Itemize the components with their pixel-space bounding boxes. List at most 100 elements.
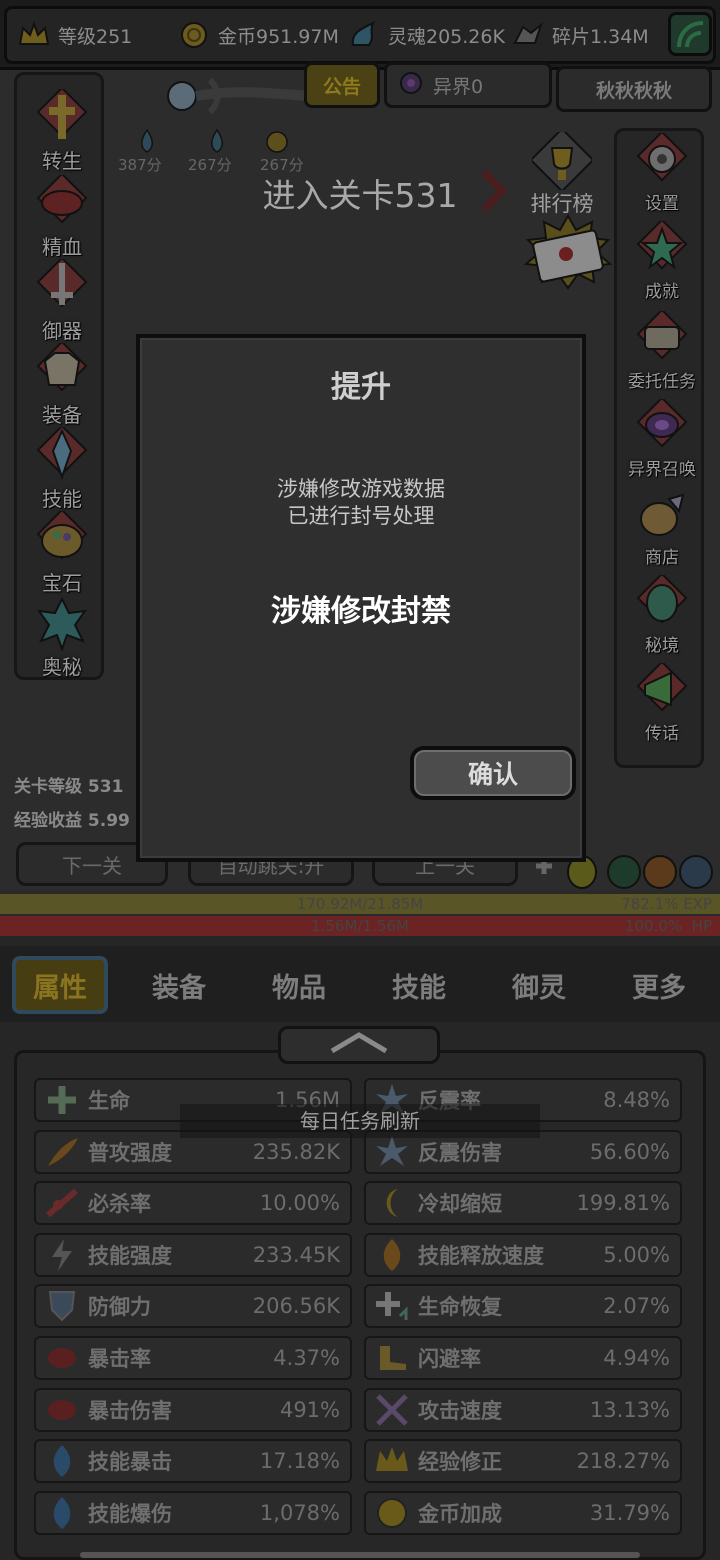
tab-items[interactable]: 物品 xyxy=(251,956,347,1014)
portal-icon xyxy=(631,396,693,459)
hp-bar: 1.56M/1.56M 100.0% HP xyxy=(0,916,720,936)
stat-name: 闪避率 xyxy=(418,1347,481,1371)
menu-summon[interactable]: 异界召唤 xyxy=(617,396,707,483)
menu-settings[interactable]: 设置 xyxy=(617,130,707,217)
network-button[interactable] xyxy=(668,12,712,56)
menu-rebirth[interactable]: 转生 xyxy=(17,86,107,173)
bolt-icon xyxy=(36,1235,88,1275)
exp-percent: 782.1% EXP xyxy=(621,894,712,914)
menu-broadcast[interactable]: 传话 xyxy=(617,660,707,747)
cross-icon xyxy=(31,86,93,149)
notice-tab[interactable]: 公告 xyxy=(304,62,380,108)
soul-resource: 灵魂205.26K xyxy=(346,18,505,52)
lips-icon xyxy=(36,1390,88,1430)
menu-skill[interactable]: 技能 xyxy=(17,424,107,511)
stat-value: 235.82K xyxy=(252,1139,340,1164)
menu-blood[interactable]: 精血 xyxy=(17,172,107,259)
signal-icon xyxy=(671,21,709,57)
menu-label: 设置 xyxy=(645,194,679,214)
crossed-swords-icon xyxy=(366,1390,418,1430)
menu-commission[interactable]: 委托任务 xyxy=(617,308,707,395)
stat-value: 5.00% xyxy=(603,1242,670,1267)
home-indicator xyxy=(80,1552,640,1558)
menu-label: 转生 xyxy=(42,149,82,173)
stat-value: 4.37% xyxy=(273,1346,340,1370)
hp-percent: 100.0% HP xyxy=(625,916,712,936)
tab-equipment[interactable]: 装备 xyxy=(131,956,227,1014)
stat-row: 技能暴击 17.18% xyxy=(34,1439,352,1484)
menu-shop[interactable]: 商店 xyxy=(617,487,707,571)
exp-gain-text: 经验收益 5.99 xyxy=(14,811,130,831)
feather-icon xyxy=(36,1132,88,1172)
dialog-ban-text: 涉嫌修改封禁 xyxy=(271,594,451,629)
stat-name: 攻击速度 xyxy=(418,1398,502,1423)
stat-name: 技能爆伤 xyxy=(88,1501,172,1526)
stat-row: 生命恢复 2.07% xyxy=(364,1284,682,1329)
tab-spirits[interactable]: 御灵 xyxy=(491,956,587,1014)
menu-realm[interactable]: 秘境 xyxy=(617,572,707,659)
tab-skills[interactable]: 技能 xyxy=(371,956,467,1014)
menu-label: 宝石 xyxy=(42,571,82,595)
stat-row: 闪避率 4.94% xyxy=(364,1336,682,1380)
heal-plus-icon xyxy=(366,1286,418,1326)
tab-attributes[interactable]: 属性 xyxy=(12,956,108,1014)
level-resource: 等级251 xyxy=(16,18,132,52)
shard-resource: 碎片1.34M xyxy=(510,18,649,52)
stat-name: 反震伤害 xyxy=(418,1140,502,1165)
stat-name: 技能释放速度 xyxy=(418,1243,544,1268)
stat-name: 金币加成 xyxy=(418,1501,502,1526)
tab-more[interactable]: 更多 xyxy=(611,956,707,1014)
stat-name: 冷却缩短 xyxy=(418,1192,502,1217)
money-bag-icon xyxy=(631,487,693,547)
menu-label: 御器 xyxy=(42,319,82,343)
slash-icon xyxy=(36,1183,88,1223)
stat-value: 31.79% xyxy=(589,1500,670,1525)
confirm-button[interactable]: 确认 xyxy=(410,746,576,800)
chevron-right-icon[interactable] xyxy=(478,168,508,218)
right-menu: 设置 成就 委托任务 异界召唤 商店 秘境 传话 xyxy=(614,128,704,768)
exp-percent-value: 782.1% xyxy=(621,895,679,913)
mail-envelope-icon[interactable] xyxy=(516,212,620,296)
toast-message: 每日任务刷新 xyxy=(180,1104,540,1138)
stat-row: 技能强度 233.45K xyxy=(34,1232,352,1277)
hp-label: HP xyxy=(691,917,712,935)
vortex-icon xyxy=(399,71,423,100)
moon-icon xyxy=(366,1183,418,1223)
stat-value: 56.60% xyxy=(589,1139,670,1164)
ice-crystal-icon xyxy=(31,424,93,487)
menu-label: 异界召唤 xyxy=(628,460,696,480)
stat-row: 冷却缩短 199.81% xyxy=(364,1181,682,1226)
menu-arcane[interactable]: 奥秘 xyxy=(17,595,107,679)
menu-label: 传话 xyxy=(645,724,679,744)
left-menu: 转生 精血 御器 装备 技能 宝石 奥秘 xyxy=(14,72,104,680)
stat-value: 233.45K xyxy=(252,1242,340,1267)
otherworld-tab[interactable]: 异界0 xyxy=(384,62,552,108)
menu-artifact[interactable]: 御器 xyxy=(17,256,107,343)
stage-level-text: 关卡等级 531 xyxy=(14,777,124,797)
gold-resource: 金币951.97M xyxy=(176,18,339,52)
menu-gem[interactable]: 宝石 xyxy=(17,508,107,595)
ranking-button[interactable]: 排行榜 xyxy=(520,127,604,222)
blue-flame-icon xyxy=(36,1441,88,1481)
exp-bar: 170.92M/21.85M 782.1% EXP xyxy=(0,894,720,914)
menu-achievement[interactable]: 成就 xyxy=(617,218,707,305)
trophy-icon xyxy=(529,127,595,194)
player-name-tab[interactable]: 秋秋秋秋 xyxy=(556,66,712,112)
otherworld-label: 异界0 xyxy=(433,75,484,98)
gear-icon xyxy=(631,130,693,193)
boot-icon xyxy=(366,1338,418,1378)
gold-text: 金币951.97M xyxy=(218,25,339,48)
crown-icon xyxy=(16,19,52,51)
dialog-message: 涉嫌修改游戏数据 已进行封号处理 xyxy=(136,476,586,530)
menu-equipment[interactable]: 装备 xyxy=(17,340,107,427)
menu-label: 商店 xyxy=(645,548,679,568)
stat-value: 4.94% xyxy=(603,1346,670,1370)
gem-bag-icon xyxy=(31,508,93,571)
stat-row: 暴击率 4.37% xyxy=(34,1336,352,1380)
collapse-button[interactable] xyxy=(278,1026,440,1064)
stat-value: 13.13% xyxy=(589,1397,670,1422)
shard-text: 碎片1.34M xyxy=(552,25,649,48)
megaphone-icon xyxy=(631,660,693,723)
stat-value: 8.48% xyxy=(603,1088,670,1112)
crown-icon xyxy=(366,1441,418,1481)
